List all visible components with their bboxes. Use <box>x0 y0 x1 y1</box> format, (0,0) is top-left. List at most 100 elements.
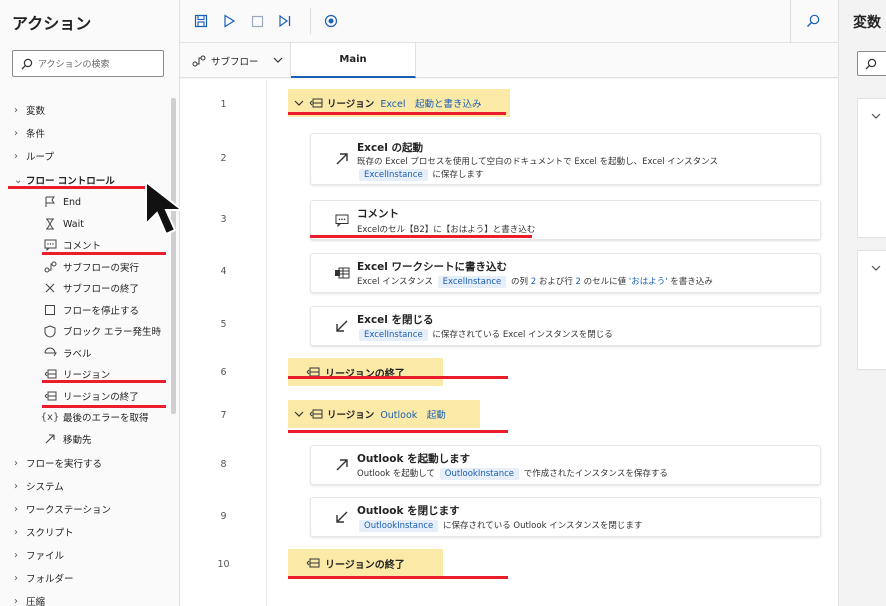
region-end-label: リージョンの終了 <box>325 559 405 571</box>
chevron-right-icon: › <box>14 150 18 162</box>
run-button[interactable] <box>218 10 240 32</box>
category-compression[interactable]: › 圧縮 <box>14 591 45 606</box>
action-label-item[interactable]: ラベル <box>42 343 92 363</box>
category-loops[interactable]: › ループ <box>14 146 54 166</box>
action-end-subflow[interactable]: サブフローの終了 <box>42 278 139 298</box>
region-header[interactable]: リージョン Outlook 起動 <box>288 400 480 428</box>
action-goto[interactable]: 移動先 <box>42 429 92 449</box>
comment-icon <box>42 238 58 252</box>
row-value: 2 <box>575 277 581 287</box>
chevron-right-icon: › <box>14 572 18 584</box>
category-label: 圧縮 <box>26 597 46 606</box>
flow-tabs: サブフロー Main <box>180 43 838 78</box>
action-end-region[interactable]: リージョンの終了 <box>42 386 139 406</box>
shield-icon <box>42 324 58 338</box>
category-run-flow[interactable]: › フローを実行する <box>14 453 102 473</box>
action-card-outlook-launch[interactable]: Outlook を起動します Outlook を起動して OutlookInst… <box>310 445 821 485</box>
excel-write-icon <box>333 264 351 282</box>
action-card-comment[interactable]: コメント Excelのセル【B2】に【おはよう】と書き込む <box>310 200 821 240</box>
action-description: Excel インスタンス ExcelInstance の列 2 および行 2 の… <box>357 275 713 288</box>
chevron-down-icon <box>294 411 304 417</box>
category-scripting[interactable]: › スクリプト <box>14 522 74 542</box>
category-file[interactable]: › ファイル <box>14 545 64 565</box>
chevron-right-icon: › <box>14 503 18 515</box>
save-button[interactable] <box>190 10 212 32</box>
category-variables[interactable]: › 変数 <box>14 100 45 120</box>
highlight-underline <box>288 112 506 115</box>
line-number: 1 <box>220 99 227 110</box>
action-title: Excel を閉じる <box>357 314 434 326</box>
stop-button[interactable] <box>246 10 268 32</box>
line-number: 9 <box>220 511 227 522</box>
action-card-excel-write[interactable]: Excel ワークシートに書き込む Excel インスタンス ExcelInst… <box>310 253 821 293</box>
stop-icon <box>251 15 263 27</box>
variable-pill: ExcelInstance <box>437 276 507 288</box>
variables-panel-title: 変数 <box>853 15 881 31</box>
region-icon <box>309 409 323 419</box>
category-folder[interactable]: › フォルダー <box>14 568 74 588</box>
action-label: End <box>63 196 82 208</box>
action-label: リージョンの終了 <box>63 392 139 403</box>
action-end[interactable]: End <box>42 192 81 212</box>
region-end[interactable]: リージョンの終了 <box>288 549 443 577</box>
desc-text: の列 <box>510 277 528 287</box>
desc-text: のセルに値 <box>583 277 627 287</box>
variable-pill: OutlookInstance <box>439 468 519 480</box>
action-label: 最後のエラーを取得 <box>63 413 149 424</box>
action-card-outlook-close[interactable]: Outlook を閉じます OutlookInstance に保存されている O… <box>310 497 821 537</box>
region-name: Outlook 起動 <box>380 410 446 421</box>
category-workstation[interactable]: › ワークステーション <box>14 499 111 519</box>
action-description: Outlook を起動して OutlookInstance で作成されたインスタ… <box>357 467 668 480</box>
chevron-right-icon: › <box>14 480 18 492</box>
desc-text: に保存されている Outlook インスタンスを閉じます <box>442 521 643 531</box>
search-icon <box>865 58 877 70</box>
region-name: Excel 起動と書き込み <box>380 99 482 110</box>
highlight-underline <box>288 376 508 379</box>
chevron-right-icon: › <box>14 127 18 139</box>
action-label: Wait <box>63 218 84 230</box>
line-number: 2 <box>220 153 227 164</box>
action-card-excel-close[interactable]: Excel を閉じる ExcelInstance に保存されている Excel … <box>310 306 821 346</box>
label-icon <box>42 346 58 360</box>
highlight-underline <box>42 380 166 383</box>
actions-search-input[interactable]: アクションの検索 <box>12 50 164 77</box>
action-stop-flow[interactable]: フローを停止する <box>42 300 139 320</box>
action-get-last-error[interactable]: {x} 最後のエラーを取得 <box>41 407 149 427</box>
subflows-dropdown[interactable]: サブフロー <box>180 43 291 78</box>
chevron-down-icon[interactable] <box>871 265 881 272</box>
write-value: 'おはよう' <box>628 277 668 287</box>
tab-main[interactable]: Main <box>291 43 416 78</box>
region-end[interactable]: リージョンの終了 <box>288 358 443 386</box>
desc-text: Excel インスタンス <box>357 277 433 287</box>
step-button[interactable] <box>274 10 296 32</box>
action-card-excel-launch[interactable]: Excel の起動 既存の Excel プロセスを使用して空白のドキュメントで … <box>310 133 821 185</box>
comment-text: Excelのセル【B2】に【おはよう】と書き込む <box>357 225 536 235</box>
chevron-right-icon: › <box>14 104 18 116</box>
line-number: 6 <box>220 367 227 378</box>
action-label: サブフローの実行 <box>63 263 140 274</box>
action-wait[interactable]: Wait <box>42 214 84 234</box>
chevron-down-icon[interactable] <box>871 113 881 120</box>
variable-pill: ExcelInstance <box>359 329 428 341</box>
record-icon <box>324 14 338 28</box>
desc-text: を書き込み <box>670 277 713 287</box>
action-run-subflow[interactable]: サブフローの実行 <box>42 257 139 277</box>
recorder-button[interactable] <box>320 10 342 32</box>
variables-search-input[interactable] <box>857 51 886 76</box>
action-on-block-error[interactable]: ブロック エラー発生時 <box>42 321 161 341</box>
desc-text: に保存されている Excel インスタンスを閉じる <box>432 330 613 340</box>
category-conditions[interactable]: › 条件 <box>14 123 45 143</box>
mouse-cursor-icon <box>145 180 185 236</box>
actions-scrollbar[interactable] <box>171 98 176 414</box>
search-flow-button[interactable] <box>802 10 824 32</box>
arrow-up-right-icon <box>333 456 351 474</box>
category-label: フローを実行する <box>26 459 103 470</box>
desc-text: および行 <box>538 277 573 287</box>
region-end-icon <box>306 558 320 568</box>
flow-variables-section <box>857 250 886 370</box>
action-label: サブフローの終了 <box>63 284 140 295</box>
action-label: 移動先 <box>63 435 92 446</box>
category-system[interactable]: › システム <box>14 476 64 496</box>
input-output-variables-section <box>857 98 886 238</box>
category-label: 変数 <box>26 106 46 117</box>
